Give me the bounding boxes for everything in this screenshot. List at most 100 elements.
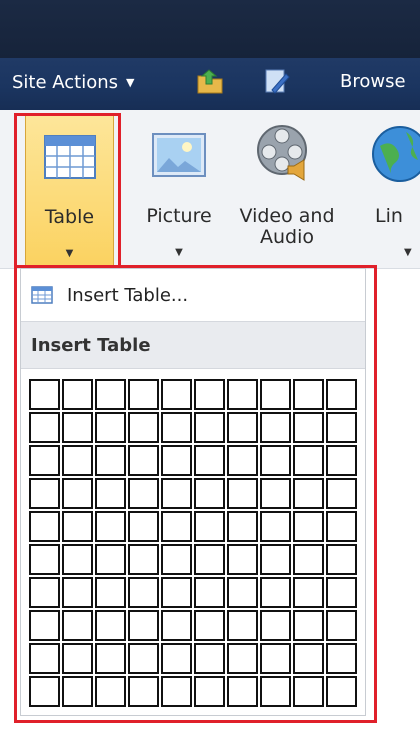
navigate-up-folder-icon[interactable] [195,66,225,96]
grid-cell[interactable] [161,610,192,641]
grid-cell[interactable] [29,577,60,608]
grid-cell[interactable] [161,379,192,410]
insert-table-menu-item[interactable]: Insert Table... [21,269,365,321]
edit-page-icon[interactable] [262,66,292,96]
grid-cell[interactable] [260,379,291,410]
grid-cell[interactable] [227,478,258,509]
grid-cell[interactable] [293,544,324,575]
grid-cell[interactable] [326,610,357,641]
grid-cell[interactable] [29,478,60,509]
grid-cell[interactable] [260,610,291,641]
grid-cell[interactable] [128,445,159,476]
table-button[interactable]: Table ▼ [25,114,114,268]
grid-cell[interactable] [227,544,258,575]
grid-cell[interactable] [29,676,60,707]
grid-cell[interactable] [194,676,225,707]
grid-cell[interactable] [293,478,324,509]
grid-cell[interactable] [326,478,357,509]
grid-cell[interactable] [227,577,258,608]
picture-button[interactable]: Picture ▼ [140,114,218,266]
grid-cell[interactable] [293,445,324,476]
grid-cell[interactable] [293,643,324,674]
grid-cell[interactable] [128,379,159,410]
grid-cell[interactable] [95,412,126,443]
grid-cell[interactable] [29,643,60,674]
grid-cell[interactable] [260,577,291,608]
grid-cell[interactable] [227,610,258,641]
grid-cell[interactable] [128,676,159,707]
grid-cell[interactable] [62,544,93,575]
grid-cell[interactable] [29,412,60,443]
grid-cell[interactable] [95,544,126,575]
grid-cell[interactable] [326,577,357,608]
grid-cell[interactable] [293,412,324,443]
grid-cell[interactable] [326,676,357,707]
grid-cell[interactable] [128,412,159,443]
grid-cell[interactable] [95,577,126,608]
grid-cell[interactable] [128,544,159,575]
grid-cell[interactable] [293,379,324,410]
grid-cell[interactable] [128,643,159,674]
grid-cell[interactable] [326,445,357,476]
grid-cell[interactable] [194,478,225,509]
tab-browse[interactable]: Browse [340,71,406,92]
grid-cell[interactable] [326,511,357,542]
grid-cell[interactable] [260,676,291,707]
grid-cell[interactable] [227,379,258,410]
grid-cell[interactable] [260,643,291,674]
grid-cell[interactable] [29,379,60,410]
grid-cell[interactable] [161,643,192,674]
grid-cell[interactable] [29,445,60,476]
grid-cell[interactable] [95,511,126,542]
grid-cell[interactable] [62,610,93,641]
grid-cell[interactable] [194,412,225,443]
site-actions-menu[interactable]: Site Actions ▼ [12,68,135,96]
grid-cell[interactable] [260,478,291,509]
grid-cell[interactable] [161,412,192,443]
grid-cell[interactable] [194,379,225,410]
grid-cell[interactable] [62,412,93,443]
grid-cell[interactable] [227,643,258,674]
grid-cell[interactable] [194,445,225,476]
grid-cell[interactable] [62,643,93,674]
grid-cell[interactable] [293,577,324,608]
grid-cell[interactable] [260,544,291,575]
grid-cell[interactable] [161,478,192,509]
grid-cell[interactable] [161,544,192,575]
grid-cell[interactable] [161,511,192,542]
grid-cell[interactable] [62,445,93,476]
grid-cell[interactable] [29,511,60,542]
grid-cell[interactable] [95,445,126,476]
grid-cell[interactable] [128,577,159,608]
grid-cell[interactable] [62,379,93,410]
grid-cell[interactable] [260,412,291,443]
grid-cell[interactable] [227,676,258,707]
grid-cell[interactable] [62,676,93,707]
grid-cell[interactable] [161,445,192,476]
grid-cell[interactable] [326,544,357,575]
grid-cell[interactable] [128,610,159,641]
grid-cell[interactable] [227,445,258,476]
grid-cell[interactable] [194,511,225,542]
grid-cell[interactable] [128,478,159,509]
grid-cell[interactable] [29,544,60,575]
grid-cell[interactable] [194,544,225,575]
grid-cell[interactable] [95,379,126,410]
grid-cell[interactable] [29,610,60,641]
grid-cell[interactable] [194,610,225,641]
grid-cell[interactable] [260,511,291,542]
grid-cell[interactable] [326,379,357,410]
grid-cell[interactable] [128,511,159,542]
link-button[interactable]: Lin ▼ [360,114,420,266]
grid-cell[interactable] [293,511,324,542]
grid-cell[interactable] [62,478,93,509]
grid-cell[interactable] [95,610,126,641]
grid-cell[interactable] [227,412,258,443]
grid-cell[interactable] [260,445,291,476]
grid-cell[interactable] [161,676,192,707]
grid-cell[interactable] [95,676,126,707]
grid-cell[interactable] [293,676,324,707]
grid-cell[interactable] [326,412,357,443]
grid-cell[interactable] [194,577,225,608]
grid-cell[interactable] [161,577,192,608]
